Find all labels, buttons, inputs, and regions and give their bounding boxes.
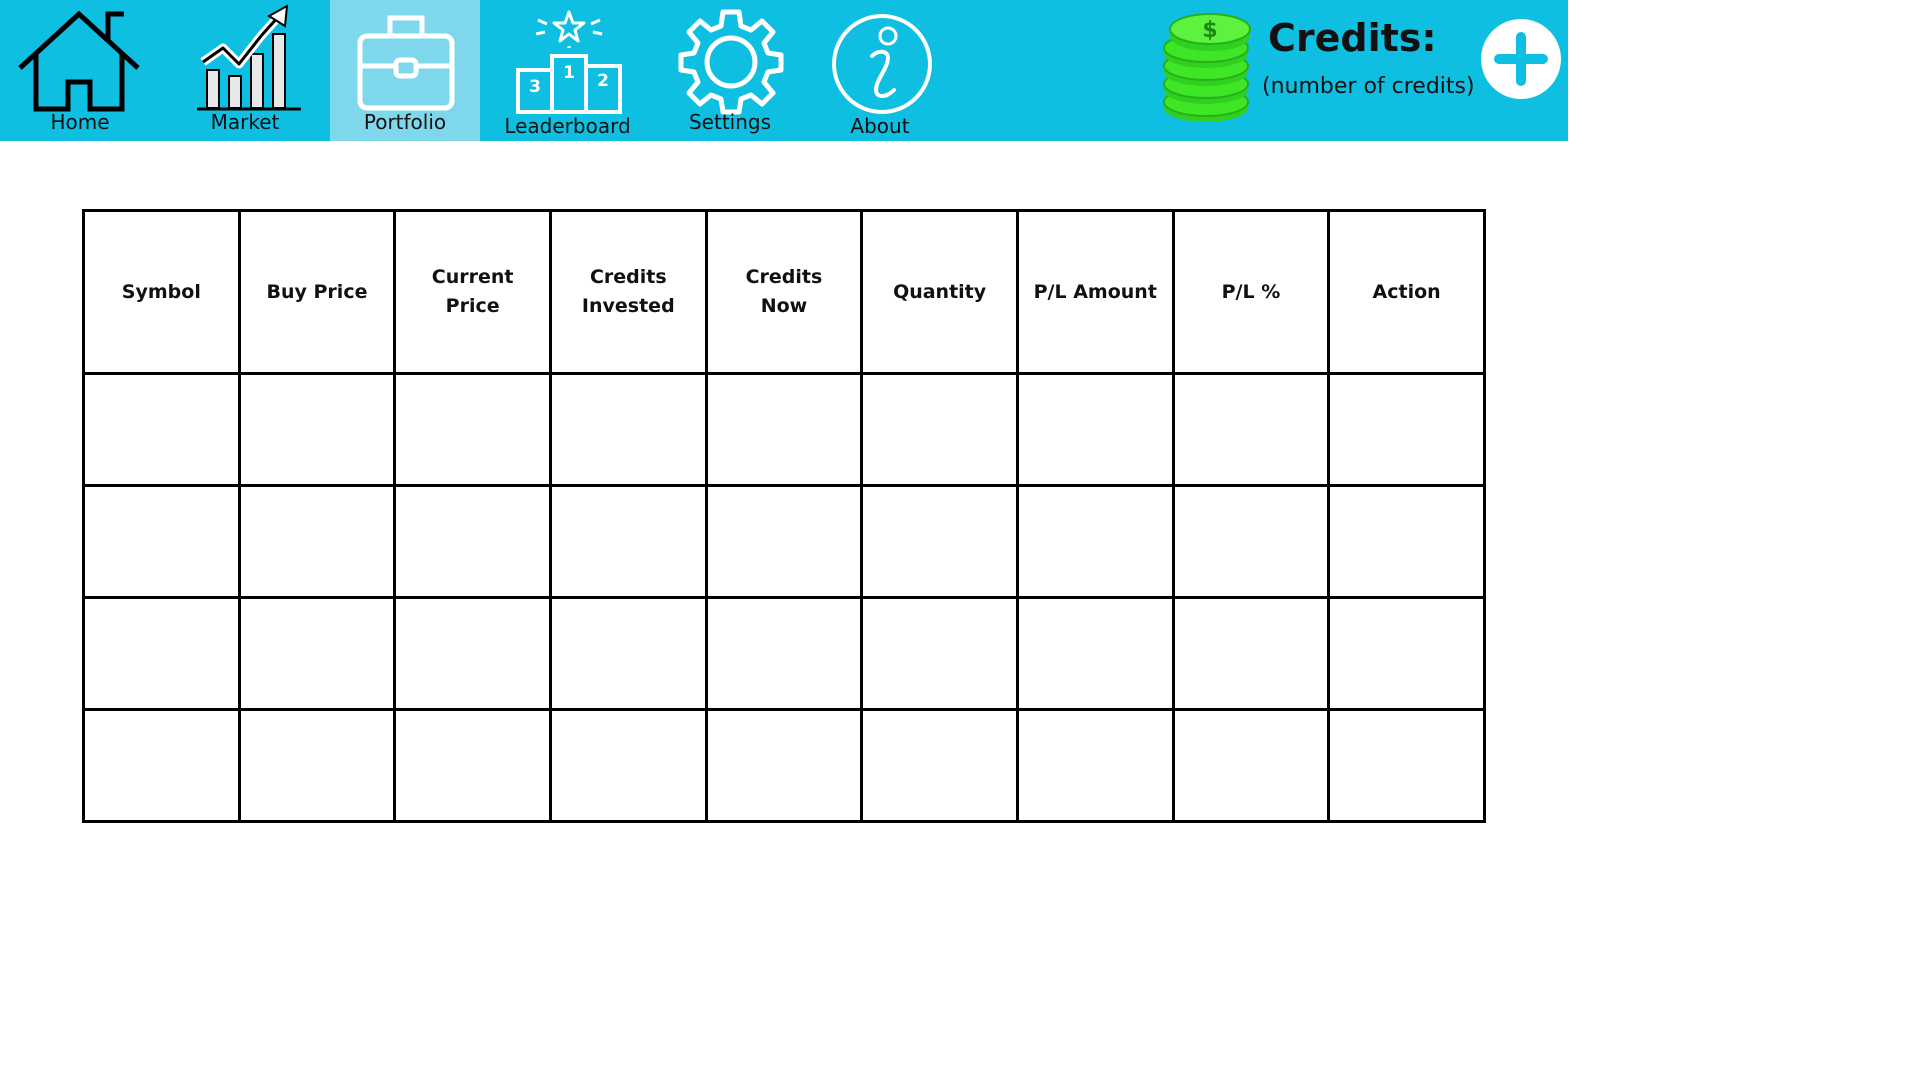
nav-label-settings: Settings [688, 110, 772, 134]
table-cell [393, 372, 552, 487]
table-cell [704, 708, 864, 823]
table-cell [548, 484, 708, 599]
table-cell [237, 484, 397, 599]
table-cell [82, 372, 241, 487]
col-credits-now: Credits Now [704, 209, 864, 375]
table-cell [393, 484, 552, 599]
action-cell[interactable] [1327, 484, 1486, 599]
top-navbar: Home Market Portfolio 1 3 2 Leaderboard … [0, 0, 1568, 141]
briefcase-icon [357, 15, 455, 111]
svg-text:1: 1 [563, 63, 575, 83]
table-cell [1171, 596, 1331, 711]
col-symbol: Symbol [82, 209, 241, 375]
table-cell [1015, 484, 1175, 599]
table-row [82, 484, 1486, 599]
table-cell [82, 708, 241, 823]
table-row [82, 708, 1486, 823]
nav-item-portfolio[interactable]: Portfolio [330, 0, 480, 141]
gear-icon [678, 9, 784, 115]
action-cell[interactable] [1327, 596, 1486, 711]
table-cell [393, 596, 552, 711]
col-buy-price: Buy Price [237, 209, 397, 375]
table-cell [237, 372, 397, 487]
svg-text:3: 3 [529, 77, 541, 97]
svg-text:$: $ [1202, 18, 1217, 43]
nav-item-market[interactable]: Market [165, 0, 325, 141]
nav-label-market: Market [210, 110, 280, 134]
table-cell [82, 596, 241, 711]
table-cell [393, 708, 552, 823]
nav-label-leaderboard: Leaderboard [504, 114, 631, 138]
action-cell[interactable] [1327, 708, 1486, 823]
credits-value: (number of credits) [1262, 74, 1475, 99]
table-cell [1171, 708, 1331, 823]
table-header-row: Symbol Buy Price Current Price Credits I… [82, 209, 1486, 375]
market-chart-icon [197, 4, 301, 111]
table-cell [237, 708, 397, 823]
table-cell [1015, 708, 1175, 823]
col-quantity: Quantity [860, 209, 1019, 375]
nav-item-about[interactable]: About [810, 0, 950, 141]
table-cell [82, 484, 241, 599]
nav-label-portfolio: Portfolio [363, 110, 447, 134]
table-cell [548, 708, 708, 823]
col-current-price: Current Price [393, 209, 552, 375]
table-cell [704, 596, 864, 711]
svg-text:2: 2 [597, 71, 609, 91]
nav-label-home: Home [50, 110, 110, 134]
col-pl-percent: P/L % [1171, 209, 1331, 375]
table-cell [1171, 484, 1331, 599]
plus-icon [1494, 32, 1548, 86]
nav-item-leaderboard[interactable]: 1 3 2 Leaderboard [490, 0, 645, 141]
col-action: Action [1327, 209, 1486, 375]
table-cell [237, 596, 397, 711]
action-cell[interactable] [1327, 372, 1486, 487]
home-icon [18, 10, 140, 112]
info-icon [832, 14, 932, 114]
nav-label-about: About [850, 114, 910, 138]
table-cell [1015, 372, 1175, 487]
table-cell [548, 372, 708, 487]
credits-title: Credits: [1268, 16, 1437, 60]
nav-item-settings[interactable]: Settings [655, 0, 805, 141]
portfolio-table: Symbol Buy Price Current Price Credits I… [82, 209, 1486, 823]
add-credits-button[interactable] [1481, 19, 1561, 99]
col-credits-invested: Credits Invested [548, 209, 708, 375]
table-cell [1171, 372, 1331, 487]
table-cell [548, 596, 708, 711]
coin-stack-icon: $ [1163, 13, 1251, 122]
table-cell [704, 372, 864, 487]
table-row [82, 596, 1486, 711]
col-pl-amount: P/L Amount [1015, 209, 1175, 375]
table-cell [860, 484, 1019, 599]
table-cell [860, 372, 1019, 487]
table-row [82, 372, 1486, 487]
table-cell [704, 484, 864, 599]
podium-icon: 1 3 2 [516, 10, 622, 114]
table-cell [860, 708, 1019, 823]
table-cell [860, 596, 1019, 711]
table-cell [1015, 596, 1175, 711]
nav-item-home[interactable]: Home [0, 0, 160, 141]
